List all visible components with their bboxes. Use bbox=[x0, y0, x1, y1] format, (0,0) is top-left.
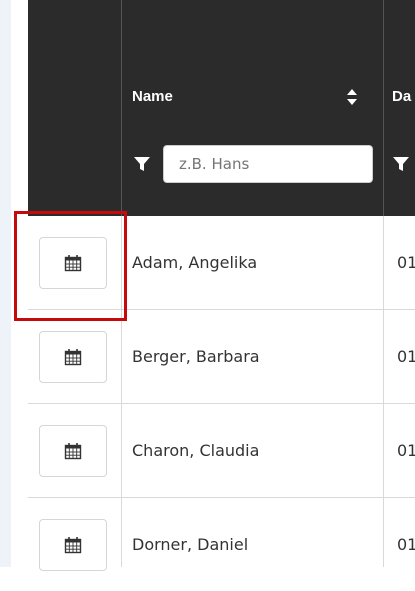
name-cell: Dorner, Daniel bbox=[132, 535, 249, 554]
table-row: Berger, Barbara 01 bbox=[28, 310, 415, 403]
calendar-icon bbox=[64, 537, 82, 554]
name-cell: Charon, Claudia bbox=[132, 441, 260, 460]
sidebar-edge bbox=[0, 0, 11, 567]
table-header: Name Da bbox=[28, 0, 415, 216]
table-row: Dorner, Daniel 01 bbox=[28, 498, 415, 591]
calendar-icon bbox=[64, 349, 82, 366]
column-divider bbox=[383, 0, 384, 216]
date-cell: 01 bbox=[397, 535, 415, 554]
calendar-button[interactable] bbox=[39, 331, 107, 383]
calendar-icon bbox=[64, 443, 82, 460]
name-filter-input[interactable] bbox=[163, 145, 373, 183]
highlight-box bbox=[14, 211, 127, 321]
date-cell: 01 bbox=[397, 347, 415, 366]
name-cell: Adam, Angelika bbox=[132, 253, 258, 272]
table-row: Charon, Claudia 01 bbox=[28, 404, 415, 497]
filter-icon[interactable] bbox=[133, 155, 151, 173]
filter-icon[interactable] bbox=[392, 155, 410, 173]
column-header-name[interactable]: Name bbox=[132, 88, 173, 105]
column-header-date[interactable]: Da bbox=[392, 88, 411, 105]
calendar-button[interactable] bbox=[39, 519, 107, 571]
column-divider bbox=[121, 0, 122, 216]
name-cell: Berger, Barbara bbox=[132, 347, 260, 366]
calendar-button[interactable] bbox=[39, 425, 107, 477]
date-cell: 01 bbox=[397, 253, 415, 272]
date-cell: 01 bbox=[397, 441, 415, 460]
sort-arrows-icon[interactable] bbox=[346, 88, 358, 106]
